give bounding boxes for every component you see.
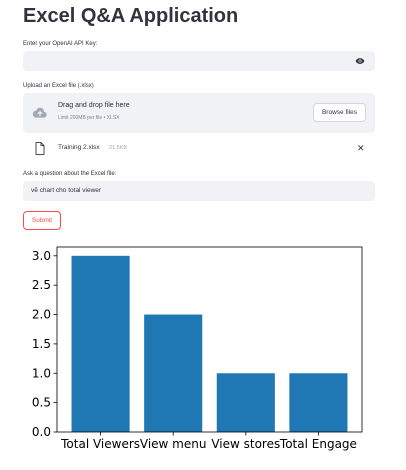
uploaded-file-row: Training 2.xlsx 21.5KB ✕: [23, 140, 375, 158]
file-dropzone[interactable]: Drag and drop file here Limit 200MB per …: [23, 93, 375, 133]
dropzone-limit: Limit 200MB per file • XLSX: [58, 115, 120, 121]
bar-chart: 0.0 0.5 1.0 1.5 2.0 2.5 3.0 Total Viewers View m…: [32, 246, 363, 451]
file-icon: [35, 142, 45, 155]
upload-label: Upload an Excel file (.xlsx): [23, 83, 94, 89]
eye-icon[interactable]: [355, 56, 365, 66]
browse-files-button[interactable]: Browse files: [313, 103, 366, 122]
bar-total-viewers: [71, 255, 130, 432]
y-tick-label: 1.0: [32, 366, 51, 380]
uploaded-file-name: Training 2.xlsx: [58, 144, 100, 151]
x-tick-label: Total Viewers: [60, 437, 140, 451]
api-key-label: Enter your OpenAI API Key:: [23, 41, 98, 47]
question-input[interactable]: vẽ chart cho total viewer: [23, 181, 375, 201]
dropzone-instructions: Drag and drop file here: [58, 102, 130, 109]
bar-view-stores: [216, 373, 275, 432]
x-tick-label: View menu: [140, 437, 207, 451]
y-tick-label: 0.0: [32, 425, 51, 439]
bar-view-menu: [144, 314, 203, 432]
y-tick-label: 2.0: [32, 308, 51, 322]
close-icon[interactable]: ✕: [357, 143, 365, 153]
cloud-upload-icon: [32, 107, 47, 118]
x-tick-label: Total Engage: [279, 437, 357, 451]
y-tick-label: 0.5: [32, 396, 51, 410]
y-tick-label: 1.5: [32, 337, 51, 351]
bar-total-engage: [289, 373, 348, 432]
uploaded-file-size: 21.5KB: [109, 144, 128, 151]
api-key-input[interactable]: [23, 51, 375, 71]
submit-button[interactable]: Submit: [23, 211, 61, 230]
y-tick-label: 2.5: [32, 278, 51, 292]
question-label: Ask a question about the Excel file:: [23, 171, 117, 177]
y-tick-label: 3.0: [32, 249, 51, 263]
page-title: Excel Q&A Application: [23, 5, 239, 27]
x-tick-label: View stores: [211, 437, 280, 451]
